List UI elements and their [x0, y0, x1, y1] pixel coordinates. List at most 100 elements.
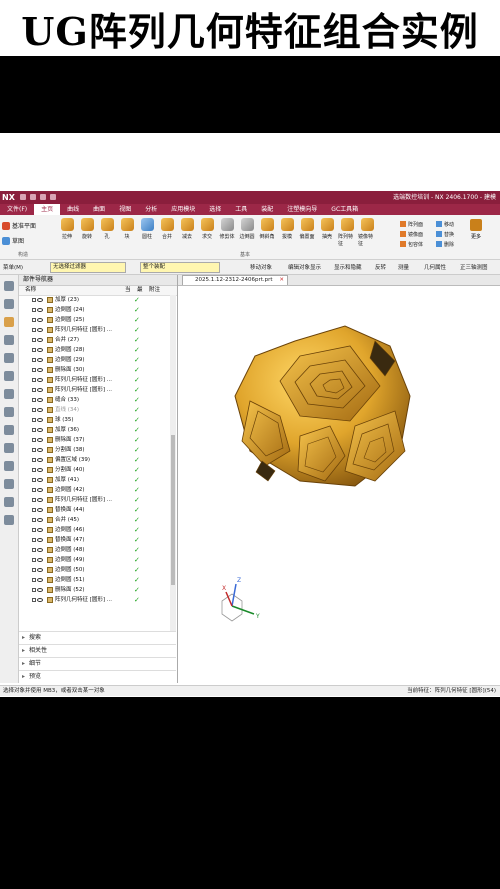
row-checkbox[interactable]	[32, 328, 36, 332]
column-notes[interactable]: 附注	[149, 286, 160, 295]
row-checkbox[interactable]	[32, 308, 36, 312]
menu-item-9[interactable]: 装配	[254, 204, 280, 215]
manufacturing-wizard-icon[interactable]	[4, 443, 14, 453]
tree-row[interactable]: 阵列几何特征 [圆形] ... ✓	[19, 385, 169, 395]
row-checkbox[interactable]	[32, 448, 36, 452]
row-checkbox[interactable]	[32, 458, 36, 462]
tree-row[interactable]: 边倒圆 (24) ✓	[19, 305, 169, 315]
hd3d-icon[interactable]	[4, 353, 14, 363]
tool-button-12[interactable]: 偏置面	[298, 218, 316, 247]
row-checkbox[interactable]	[32, 558, 36, 562]
row-checkbox[interactable]	[32, 428, 36, 432]
menu-button[interactable]: 菜单(M)	[3, 263, 23, 271]
tree-row[interactable]: 分割面 (40) ✓	[19, 465, 169, 475]
tree-row[interactable]: 边倒圆 (29) ✓	[19, 355, 169, 365]
menu-item-11[interactable]: GC工具箱	[324, 204, 365, 215]
tree-row[interactable]: 阵列几何特征 [圆形] ... ✓	[19, 375, 169, 385]
eye-icon[interactable]	[37, 408, 43, 412]
menu-item-3[interactable]: 曲面	[86, 204, 112, 215]
tree-row[interactable]: 合并 (45) ✓	[19, 515, 169, 525]
eye-icon[interactable]	[37, 348, 43, 352]
eye-icon[interactable]	[37, 318, 43, 322]
palette-icon[interactable]	[4, 515, 14, 525]
row-checkbox[interactable]	[32, 408, 36, 412]
move-object-button[interactable]: 移动对象	[250, 263, 272, 271]
eye-icon[interactable]	[37, 538, 43, 542]
part-navigator-icon[interactable]	[4, 317, 14, 327]
row-checkbox[interactable]	[32, 468, 36, 472]
tool-button-1[interactable]: 旋转	[78, 218, 96, 247]
edit-object-display-button[interactable]: 编辑对象显示	[288, 263, 321, 271]
tree-row[interactable]: 边倒圆 (42) ✓	[19, 485, 169, 495]
row-checkbox[interactable]	[32, 398, 36, 402]
eye-icon[interactable]	[37, 568, 43, 572]
redo-icon[interactable]	[40, 194, 46, 200]
eye-icon[interactable]	[37, 378, 43, 382]
column-current[interactable]: 当	[125, 286, 131, 295]
reverse-button[interactable]: 反转	[375, 263, 386, 271]
row-checkbox[interactable]	[32, 498, 36, 502]
panel-preview[interactable]: 预览	[19, 670, 176, 683]
tool-button-9[interactable]: 边倒圆	[238, 218, 256, 247]
tool-button-7[interactable]: 求交	[198, 218, 216, 247]
row-checkbox[interactable]	[32, 348, 36, 352]
tree-row[interactable]: 合并 (27) ✓	[19, 335, 169, 345]
show-hide-button[interactable]: 显示和隐藏	[334, 263, 362, 271]
more-button[interactable]: 更多	[470, 219, 482, 240]
tree-row[interactable]: 替换面 (47) ✓	[19, 535, 169, 545]
tool-button-10[interactable]: 倒斜角	[258, 218, 276, 247]
column-name[interactable]: 名称	[25, 286, 36, 295]
row-checkbox[interactable]	[32, 478, 36, 482]
people-icon[interactable]	[4, 497, 14, 507]
menu-item-0[interactable]: 文件(F)	[0, 204, 34, 215]
tree-row[interactable]: 边倒圆 (28) ✓	[19, 345, 169, 355]
row-checkbox[interactable]	[32, 488, 36, 492]
bounding-body-button[interactable]: 包容体	[400, 239, 423, 249]
eye-icon[interactable]	[37, 388, 43, 392]
eye-icon[interactable]	[37, 598, 43, 602]
row-checkbox[interactable]	[32, 418, 36, 422]
window-icon[interactable]	[50, 194, 56, 200]
tree-row[interactable]: 替换面 (44) ✓	[19, 505, 169, 515]
row-checkbox[interactable]	[32, 298, 36, 302]
quick-access-toolbar[interactable]	[20, 194, 56, 200]
replace-face-button[interactable]: 替换	[436, 229, 454, 239]
eye-icon[interactable]	[37, 308, 43, 312]
graphics-window[interactable]: Y Z X	[180, 286, 500, 683]
menu-item-5[interactable]: 分析	[138, 204, 164, 215]
undo-icon[interactable]	[30, 194, 36, 200]
eye-icon[interactable]	[37, 468, 43, 472]
eye-icon[interactable]	[37, 428, 43, 432]
pattern-face-button[interactable]: 阵列面	[400, 219, 423, 229]
gear-icon[interactable]	[4, 281, 14, 291]
close-icon[interactable]: ✕	[279, 276, 284, 285]
row-checkbox[interactable]	[32, 358, 36, 362]
menu-item-6[interactable]: 应用模块	[164, 204, 202, 215]
trimetric-view-button[interactable]: 正三轴测图	[460, 263, 488, 271]
tool-button-5[interactable]: 合并	[158, 218, 176, 247]
tool-button-14[interactable]: 阵列特征	[338, 218, 356, 247]
tree-row[interactable]: 边倒圆 (46) ✓	[19, 525, 169, 535]
tool-button-0[interactable]: 拉伸	[58, 218, 76, 247]
tree-row[interactable]: 边倒圆 (50) ✓	[19, 565, 169, 575]
tree-row[interactable]: 加厚 (41) ✓	[19, 475, 169, 485]
tree-row[interactable]: 边倒圆 (51) ✓	[19, 575, 169, 585]
tree-row[interactable]: 加厚 (36) ✓	[19, 425, 169, 435]
assembly-navigator-icon[interactable]	[4, 299, 14, 309]
tool-button-4[interactable]: 圆柱	[138, 218, 156, 247]
panel-search[interactable]: 搜索	[19, 631, 176, 644]
row-checkbox[interactable]	[32, 368, 36, 372]
triad[interactable]: Y Z X	[221, 577, 260, 622]
delete-face-button[interactable]: 删除	[436, 239, 454, 249]
row-checkbox[interactable]	[32, 568, 36, 572]
eye-icon[interactable]	[37, 548, 43, 552]
roles-icon[interactable]	[4, 461, 14, 471]
eye-icon[interactable]	[37, 438, 43, 442]
eye-icon[interactable]	[37, 418, 43, 422]
tree-row[interactable]: 阵列几何特征 [圆形] ... ✓	[19, 595, 169, 605]
assembly-scope-dropdown[interactable]: 整个装配	[140, 262, 220, 273]
eye-icon[interactable]	[37, 488, 43, 492]
row-checkbox[interactable]	[32, 388, 36, 392]
eye-icon[interactable]	[37, 528, 43, 532]
tool-button-11[interactable]: 拔模	[278, 218, 296, 247]
